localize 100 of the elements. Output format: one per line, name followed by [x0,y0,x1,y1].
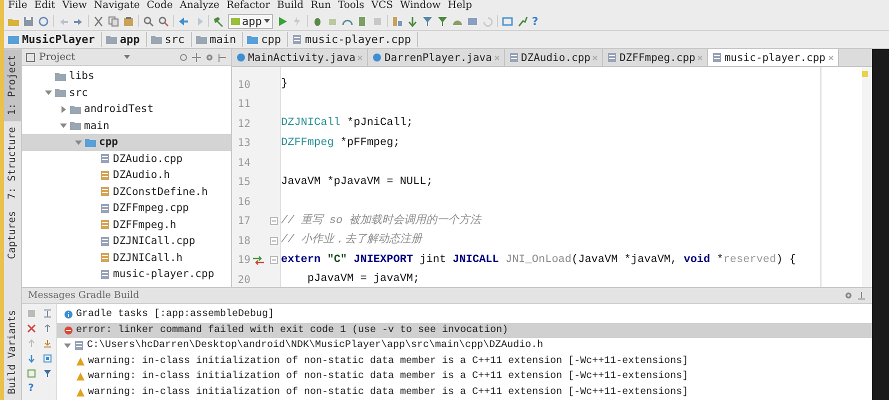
menu-item[interactable]: Analyze [180,0,220,12]
line-number: 14 [236,156,250,169]
tree-row[interactable]: androidTest [22,101,231,118]
menu-item[interactable]: View [62,0,87,12]
expand-arrow-icon[interactable] [60,106,67,113]
tree-row[interactable]: music-player.cpp [22,266,231,282]
tree-row[interactable]: DZConstDefine.h [22,184,231,200]
back-icon[interactable] [178,16,189,26]
close-icon[interactable] [828,54,834,60]
menu-item[interactable]: Code [146,0,173,12]
cpp-file-icon [100,153,110,164]
message-row[interactable]: warning: in-class initialization of non-static data member is a C++11 extension [-Wc++11-extensions] [57,354,872,369]
expand-arrow-icon[interactable] [64,342,71,350]
gear-icon[interactable] [205,52,214,62]
message-row[interactable]: error: linker command failed with exit code 1 (use -v to see invocation) [57,322,872,338]
tree-row[interactable]: DZFFmpeg.h [22,216,231,233]
close-icon[interactable] [592,54,598,60]
tree-row[interactable]: DZAudio.cpp [22,150,231,167]
panel-title: Messages Gradle Build [28,290,140,301]
tree-row[interactable]: DZJNICall.cpp [22,233,231,250]
gear-icon[interactable] [844,291,853,300]
expand-arrow-icon[interactable] [60,122,67,130]
breadcrumb-item[interactable]: music-player.cpp [290,32,418,47]
breadcrumb-item[interactable]: src [148,32,192,47]
editor-tab[interactable]: MainActivity.java [232,49,368,66]
tree-label: main [84,120,110,132]
tool-window-tab[interactable]: Captures [4,205,21,266]
tree-row[interactable]: DZFFmpeg.cpp [22,200,231,216]
fold-icon[interactable] [270,217,278,226]
cpp-file-icon [100,236,110,247]
message-row[interactable]: warning: in-class initialization of non-static data member is a C++11 extension [-Wc++11-extensions] [57,369,872,384]
fold-icon[interactable] [270,236,278,245]
line-number: 15 [236,176,250,188]
folder-icon [70,104,81,115]
tree-row[interactable]: libs [22,68,231,84]
up-arrow-icon[interactable] [26,339,36,348]
menu-item[interactable]: Build [276,0,304,12]
menu-item[interactable]: Window [400,0,441,12]
close-icon[interactable] [357,54,364,60]
export-icon[interactable] [42,339,52,348]
line-number: 19 [236,254,250,266]
menu-item[interactable]: Navigate [94,0,140,12]
editor-tab[interactable]: music-player.cpp [708,49,838,66]
tool-window-tab[interactable]: 7: Structure [4,121,21,206]
tree-label: DZAudio.cpp [113,152,183,165]
caret-icon[interactable] [124,54,130,60]
filter-icon[interactable] [422,16,433,26]
message-row[interactable]: warning: in-class initialization of non-static data member is a C++11 extension [-Wc++11-extensions] [57,384,872,400]
paste-icon[interactable] [123,16,134,26]
menu-item[interactable]: File [8,0,28,12]
breadcrumb-item[interactable]: cpp [245,32,288,47]
expand-arrow-icon[interactable] [45,89,52,96]
editor-tab[interactable]: DarrenPlayer.java [368,49,505,66]
breadcrumb-item[interactable]: MusicPlayer [6,32,102,47]
message-text: warning: in-class initialization of non-static data member is a C++11 extension [-Wc++11-extensions] [88,371,688,382]
info-icon [64,310,73,320]
folder-icon [196,34,207,45]
menu-item[interactable]: Tools [338,0,364,12]
stop-icon[interactable] [26,309,36,318]
run-icon[interactable] [276,16,288,26]
menu-item[interactable]: Refactor [226,0,270,12]
expand-arrow-icon[interactable] [75,138,82,146]
error-icon [64,326,73,335]
hammer-icon[interactable] [213,16,224,26]
menu-item[interactable]: VCS [371,0,393,12]
tree-label: cpp [99,136,118,148]
tree-row[interactable]: DZAudio.h [22,167,231,184]
target-icon[interactable] [179,52,188,62]
run-configuration-dropdown[interactable]: app [228,14,273,28]
tree-row[interactable]: main [22,118,231,134]
search-icon[interactable] [143,16,154,26]
message-row[interactable]: C:\Users\hcDarren\Desktop\android\NDK\MusicPlayer\app\src\main\cpp\DZAudio.h [57,338,872,354]
menu-item[interactable]: Help [448,0,472,12]
replace-icon[interactable] [158,16,169,26]
filter-icon[interactable] [42,369,52,378]
menu-item[interactable]: Run [310,0,331,12]
cut-icon[interactable] [93,16,104,26]
tree-row[interactable]: DZJNICall.h [22,250,231,266]
editor-tab[interactable]: DZAudio.cpp [504,49,604,66]
tool-window-tab[interactable]: 1: Project [4,49,21,122]
breadcrumb-item[interactable]: app [104,32,147,47]
tool-window-tab[interactable]: Build Variants [4,304,21,400]
tree-row[interactable]: src [22,84,231,101]
close-icon[interactable] [697,54,704,60]
close-icon[interactable] [26,324,36,333]
down-arrow-icon[interactable] [26,354,36,363]
tree-label: music-player.cpp [113,268,214,280]
folder-icon [70,120,81,132]
help-button[interactable]: ? [28,383,34,394]
message-row[interactable]: Gradle tasks [:app:assembleDebug] [57,307,872,322]
tree-row[interactable]: cpp [22,134,231,150]
override-arrows-icon[interactable] [253,256,264,265]
save-icon[interactable] [23,16,34,26]
menu-item[interactable]: Edit [34,0,56,12]
copy-icon[interactable] [108,16,119,26]
fold-icon[interactable] [270,256,278,264]
folder-icon [150,34,162,45]
close-icon[interactable] [494,54,500,60]
breadcrumb-item[interactable]: main [194,32,244,47]
message-text: Gradle tasks [:app:assembleDebug] [76,309,274,320]
